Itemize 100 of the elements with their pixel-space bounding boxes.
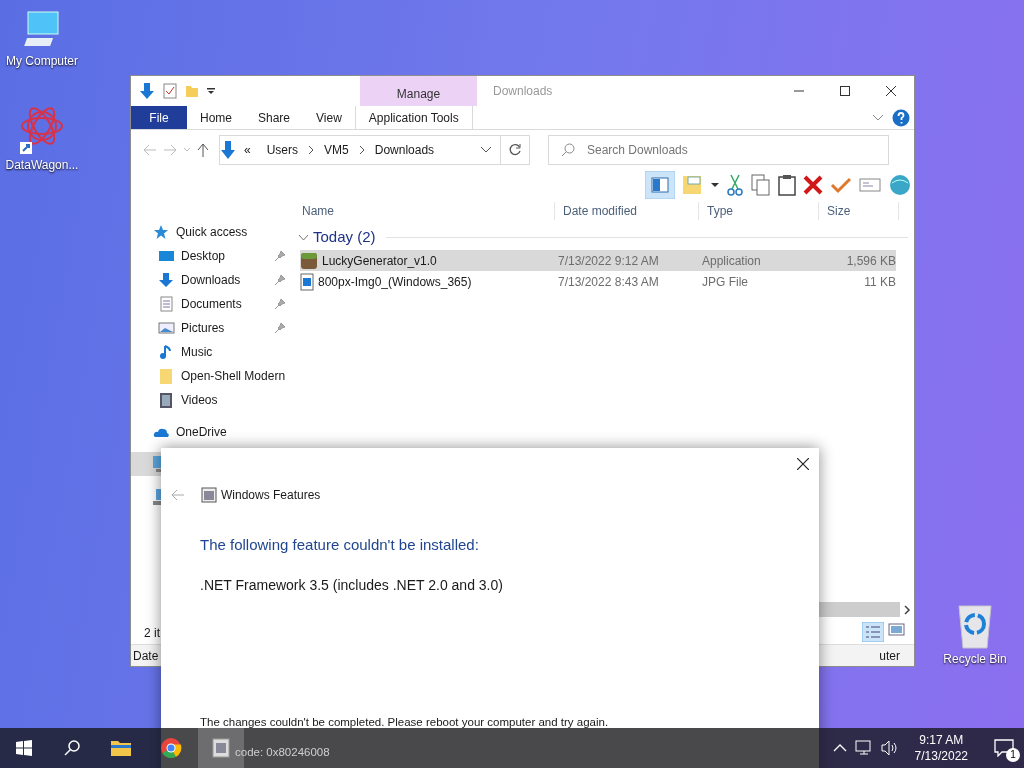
file-date: 7/13/2022 9:12 AM	[558, 252, 660, 270]
film-icon	[158, 392, 175, 408]
ribbon-tab[interactable]: Application Tools	[354, 106, 473, 129]
details-view-icon[interactable]	[862, 622, 884, 642]
desktop-icon-label[interactable]: Recycle Bin	[943, 650, 1007, 668]
app-icon	[300, 251, 318, 270]
window-app-icon	[209, 736, 233, 760]
window-app-icon	[201, 487, 217, 503]
details-text: Date	[133, 647, 159, 665]
file-type: Application	[702, 252, 762, 270]
pin-icon	[274, 298, 286, 310]
breadcrumb[interactable]: VM5	[324, 141, 349, 159]
copy-icon[interactable]	[751, 174, 771, 196]
clock[interactable]: 9:17 AM 7/13/2022	[906, 732, 976, 764]
maximize-icon	[840, 86, 850, 96]
search-field[interactable]: Search Downloads	[548, 135, 889, 165]
dropdown-icon[interactable]	[207, 87, 215, 95]
file-row[interactable]: 800px-Img0_(Windows_365) 7/13/2022 8:43 AM JPG File 11 KB	[300, 271, 896, 292]
ribbon-tab[interactable]: Home	[187, 106, 245, 129]
document-icon	[158, 296, 175, 312]
close-icon	[886, 86, 896, 96]
window-title: Downloads	[492, 83, 554, 100]
notification-badge: 1	[1006, 748, 1020, 762]
column-header[interactable]: Size	[819, 201, 899, 220]
scissors-icon[interactable]	[726, 174, 744, 196]
refresh-icon[interactable]	[508, 143, 522, 157]
windows-logo-icon	[16, 740, 32, 756]
context-tab-header: Manage	[360, 76, 477, 106]
dialog-heading: The following feature couldn't be installed:	[199, 535, 480, 555]
file-name: LuckyGenerator_v1.0	[322, 252, 437, 270]
nav-item[interactable]: Documents	[131, 292, 294, 316]
speech-bubble-icon	[994, 739, 1014, 757]
down-arrow-icon	[139, 82, 155, 100]
search-input[interactable]: Search Downloads	[585, 140, 888, 160]
dropdown-icon[interactable]	[711, 182, 719, 188]
chevron-up-icon[interactable]	[832, 743, 847, 753]
ribbon-tab[interactable]: Share	[245, 106, 304, 129]
column-header[interactable]: Name	[294, 201, 555, 220]
nav-item[interactable]: Desktop	[131, 244, 294, 268]
network-icon[interactable]	[854, 740, 873, 756]
picture-icon	[158, 320, 175, 336]
group-header[interactable]: Today (2)	[313, 225, 376, 249]
delete-x-icon[interactable]	[803, 175, 823, 195]
down-arrow-icon	[158, 272, 175, 288]
pin-icon	[274, 322, 286, 334]
status-text: 2 it	[144, 625, 160, 642]
overflow-chevron[interactable]: «	[244, 141, 251, 159]
pin-icon	[274, 274, 286, 286]
clipboard-icon[interactable]	[778, 174, 796, 196]
image-file-icon	[300, 272, 314, 291]
column-header[interactable]: Date modified	[555, 201, 699, 220]
file-name: 800px-Img0_(Windows_365)	[318, 273, 472, 291]
properties-icon[interactable]	[163, 83, 177, 99]
address-bar[interactable]: « Users VM5 Downloads	[219, 135, 530, 165]
dialog-message: The changes couldn't be completed. Please reboot your computer and try again.	[200, 714, 609, 730]
down-arrow-icon	[220, 140, 236, 160]
search-icon	[64, 740, 80, 756]
globe-icon[interactable]	[888, 173, 912, 197]
file-date: 7/13/2022 8:43 AM	[558, 273, 660, 291]
desktop-icon-label[interactable]: My Computer	[6, 52, 78, 70]
chevron-down-icon[interactable]	[298, 233, 309, 241]
details-text: uter	[879, 647, 900, 665]
preview-pane-icon[interactable]	[645, 171, 675, 199]
breadcrumb[interactable]: Users	[266, 141, 299, 159]
back-arrow-icon[interactable]	[171, 489, 185, 501]
ribbon-tab[interactable]: View	[303, 106, 355, 129]
desktop-icon	[158, 248, 175, 264]
pin-icon	[274, 250, 286, 262]
file-size: 1,596 KB	[845, 252, 896, 270]
dialog-title: Windows Features	[221, 487, 321, 504]
close-icon[interactable]	[797, 458, 809, 470]
breadcrumb[interactable]: Downloads	[374, 141, 435, 159]
nav-item[interactable]: Music	[131, 340, 294, 364]
folder-icon	[158, 368, 175, 384]
nav-item[interactable]: Downloads	[131, 268, 294, 292]
search-icon	[561, 143, 575, 157]
file-type: JPG File	[702, 273, 749, 291]
large-icons-view-icon[interactable]	[888, 622, 906, 638]
chevron-down-icon[interactable]	[872, 113, 884, 122]
nav-item[interactable]: Open-Shell Modern	[131, 364, 294, 388]
browser-icon	[159, 736, 183, 760]
up-arrow-icon[interactable]	[197, 143, 209, 157]
file-size: 11 KB	[863, 273, 896, 291]
ribbon-tab[interactable]: File	[131, 106, 187, 129]
help-icon[interactable]	[892, 108, 910, 127]
desktop-icon-label[interactable]: DataWagon...	[5, 156, 79, 174]
nav-item[interactable]: Quick access	[131, 220, 294, 244]
checkmark-icon[interactable]	[830, 176, 852, 194]
file-row[interactable]: LuckyGenerator_v1.0 7/13/2022 9:12 AM Application 1,596 KB	[300, 250, 896, 271]
star-icon	[153, 224, 170, 240]
atom-logo-icon	[18, 104, 66, 156]
feature-name: .NET Framework 3.5 (includes .NET 2.0 and 3.0)	[199, 575, 504, 595]
chevron-down-icon[interactable]	[480, 146, 492, 154]
volume-icon[interactable]	[880, 740, 899, 756]
error-code: code: 0x80246008	[235, 745, 330, 760]
nav-item[interactable]: OneDrive	[131, 420, 294, 444]
nav-item[interactable]: Pictures	[131, 316, 294, 340]
notifications-button[interactable]: 1	[984, 728, 1024, 768]
column-header[interactable]: Type	[699, 201, 819, 220]
nav-item[interactable]: Videos	[131, 388, 294, 412]
